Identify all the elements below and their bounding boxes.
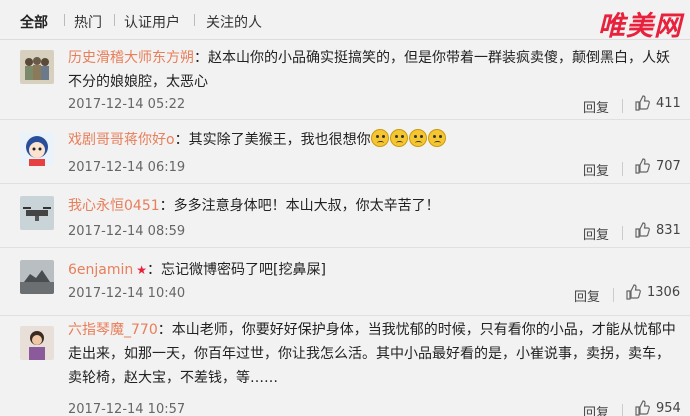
emoji-smile-icon bbox=[389, 129, 408, 147]
vip-star-icon: ★ bbox=[136, 263, 148, 277]
avatar[interactable] bbox=[20, 196, 54, 230]
action-divider bbox=[622, 226, 623, 240]
username-link[interactable]: 戏剧哥哥蒋你好o bbox=[68, 132, 175, 148]
thumbs-up-icon bbox=[635, 222, 650, 238]
action-divider bbox=[622, 404, 623, 416]
comment-text: 戏剧哥哥蒋你好o：其实除了美猴王，我也很想你 bbox=[68, 128, 678, 152]
comment-body: 卖轮椅，赵大宝，不差钱，等…… bbox=[68, 370, 278, 386]
tab-verified-users[interactable]: 认证用户 bbox=[124, 12, 180, 32]
like-count: 707 bbox=[656, 158, 681, 174]
avatar[interactable] bbox=[20, 260, 54, 294]
timestamp: 2017-12-14 08:59 bbox=[68, 224, 186, 239]
tab-all[interactable]: 全部 bbox=[20, 12, 48, 32]
avatar[interactable] bbox=[20, 50, 54, 84]
filter-tabs: 全部 热门 认证用户 关注的人 99条 唯美网 bbox=[0, 0, 690, 42]
comment-body: ：本山老师，你要好好保护身体，当我忧郁的时候，只有看你的小品，才能从忧郁中 bbox=[157, 322, 676, 338]
reply-button[interactable]: 回复 bbox=[583, 402, 609, 416]
tab-divider bbox=[64, 14, 65, 26]
comment-item: 6enjamin ★：忘记微博密码了吧[挖鼻屎] 2017-12-14 10:40… bbox=[0, 248, 690, 316]
comment-text: 我心永恒0451：多多注意身体吧！本山大叔，你太辛苦了！ bbox=[68, 194, 678, 218]
like-count: 411 bbox=[656, 95, 681, 111]
like-button[interactable]: 954 bbox=[634, 400, 681, 416]
username-link[interactable]: 6enjamin bbox=[68, 262, 133, 278]
tab-hot[interactable]: 热门 bbox=[74, 12, 102, 32]
action-divider bbox=[622, 162, 623, 176]
reply-button[interactable]: 回复 bbox=[583, 224, 609, 243]
thumbs-up-icon bbox=[635, 400, 650, 416]
avatar[interactable] bbox=[20, 326, 54, 360]
username-link[interactable]: 我心永恒0451 bbox=[68, 198, 160, 214]
avatar[interactable] bbox=[20, 132, 54, 166]
reply-button[interactable]: 回复 bbox=[583, 160, 609, 179]
emoji-smile-icon bbox=[427, 129, 446, 147]
comment-item: 我心永恒0451：多多注意身体吧！本山大叔，你太辛苦了！ 2017-12-14 … bbox=[0, 184, 690, 248]
timestamp: 2017-12-14 05:22 bbox=[68, 97, 186, 112]
username-link[interactable]: 六指琴魔_770 bbox=[68, 322, 158, 338]
like-count: 831 bbox=[656, 222, 681, 238]
reply-button[interactable]: 回复 bbox=[574, 286, 600, 305]
like-button[interactable]: 411 bbox=[634, 95, 681, 111]
thumbs-up-icon bbox=[635, 158, 650, 174]
like-count: 954 bbox=[656, 400, 681, 416]
comment-text: 历史滑稽大师东方朔：赵本山你的小品确实挺搞笑的，但是你带着一群装疯卖傻，颠倒黑白… bbox=[68, 46, 678, 94]
action-divider bbox=[613, 288, 614, 302]
like-button[interactable]: 831 bbox=[634, 222, 681, 238]
username-link[interactable]: 历史滑稽大师东方朔 bbox=[68, 50, 194, 66]
tab-divider bbox=[114, 14, 115, 26]
thumbs-up-icon bbox=[635, 95, 650, 111]
like-count: 1306 bbox=[647, 284, 681, 300]
action-divider bbox=[622, 99, 623, 113]
thumbs-up-icon bbox=[626, 284, 641, 300]
emoji-smile-icon bbox=[408, 129, 427, 147]
watermark-logo: 唯美网 bbox=[598, 11, 682, 42]
timestamp: 2017-12-14 10:40 bbox=[68, 286, 186, 301]
like-button[interactable]: 707 bbox=[634, 158, 681, 174]
like-button[interactable]: 1306 bbox=[625, 284, 680, 300]
comment-body: ：忘记微博密码了吧[挖鼻屎] bbox=[147, 262, 326, 278]
tab-following[interactable]: 关注的人 bbox=[206, 12, 262, 32]
comment-text: 六指琴魔_770：本山老师，你要好好保护身体，当我忧郁的时候，只有看你的小品，才… bbox=[68, 318, 678, 390]
comment-body: ：其实除了美猴王，我也很想你 bbox=[174, 132, 371, 148]
comment-body: 走出来，如那一天，你百年过世，你让我怎么活。其中小品最好看的是，小崔说事，卖拐，… bbox=[68, 346, 670, 362]
comment-body: ：多多注意身体吧！本山大叔，你太辛苦了！ bbox=[159, 198, 440, 214]
comment-body: ：赵本山你的小品确实挺搞笑的，但是你带着一群装疯卖傻，颠倒黑白，人妖 bbox=[194, 50, 670, 66]
comment-text: 6enjamin ★：忘记微博密码了吧[挖鼻屎] bbox=[68, 258, 678, 282]
comment-item: 戏剧哥哥蒋你好o：其实除了美猴王，我也很想你 2017-12-14 06:19 … bbox=[0, 120, 690, 184]
timestamp: 2017-12-14 06:19 bbox=[68, 160, 186, 175]
tab-divider bbox=[194, 14, 195, 26]
emoji-smile-icon bbox=[370, 129, 389, 147]
timestamp: 2017-12-14 10:57 bbox=[68, 402, 186, 416]
comment-item: 六指琴魔_770：本山老师，你要好好保护身体，当我忧郁的时候，只有看你的小品，才… bbox=[0, 316, 690, 416]
reply-button[interactable]: 回复 bbox=[583, 97, 609, 116]
comment-body: 不分的娘娘腔，太恶心 bbox=[68, 74, 208, 90]
comment-item: 历史滑稽大师东方朔：赵本山你的小品确实挺搞笑的，但是你带着一群装疯卖傻，颠倒黑白… bbox=[0, 40, 690, 120]
